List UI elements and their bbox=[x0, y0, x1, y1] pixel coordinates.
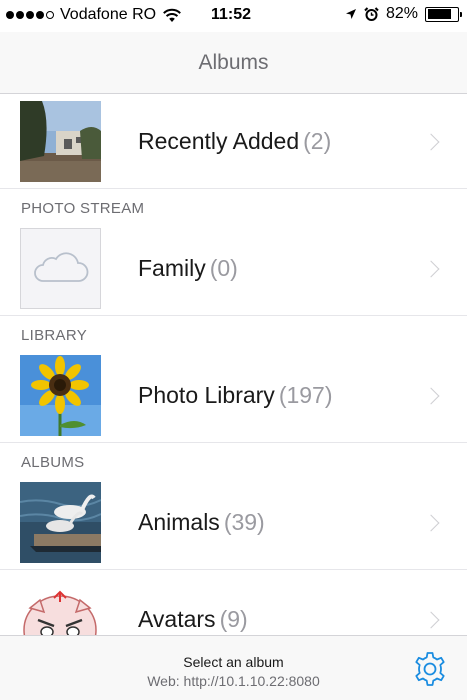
signal-strength-icon bbox=[6, 11, 54, 19]
album-title-animals: Animals (39) bbox=[138, 509, 265, 536]
album-row-recently-added[interactable]: Recently Added (2) bbox=[0, 95, 467, 189]
page-title: Albums bbox=[198, 50, 269, 74]
carrier-name: Vodafone RO bbox=[60, 6, 157, 23]
gear-icon bbox=[415, 652, 445, 686]
album-count: (0) bbox=[209, 255, 238, 281]
alarm-icon bbox=[364, 6, 379, 21]
chevron-right-icon bbox=[422, 260, 440, 277]
album-row-animals[interactable]: Animals (39) bbox=[0, 476, 467, 570]
status-right: 82% bbox=[345, 5, 462, 23]
bottom-toolbar: Select an album Web: http://10.1.10.22:8… bbox=[0, 635, 467, 700]
status-time: 11:52 bbox=[211, 6, 252, 23]
album-title-avatars: Avatars (9) bbox=[138, 606, 248, 633]
section-header-library: LIBRARY bbox=[21, 327, 88, 344]
battery-percent: 82% bbox=[385, 5, 418, 22]
status-bar: Vodafone RO 11:52 82% bbox=[0, 0, 467, 32]
chevron-right-icon bbox=[422, 514, 440, 531]
status-left: Vodafone RO bbox=[6, 6, 182, 24]
album-count: (2) bbox=[303, 128, 332, 154]
album-title-photo-library: Photo Library (197) bbox=[138, 382, 333, 409]
navigation-bar: Albums bbox=[0, 32, 467, 94]
server-address: Web: http://10.1.10.22:8080 bbox=[147, 673, 320, 689]
location-arrow-icon bbox=[345, 9, 356, 19]
album-name: Recently Added bbox=[138, 128, 300, 154]
album-list[interactable]: Recently Added (2) PHOTO STREAM Family (0)… bbox=[0, 95, 467, 635]
section-header-photo-stream: PHOTO STREAM bbox=[21, 200, 145, 217]
battery-level bbox=[427, 9, 452, 19]
section-header-albums: ALBUMS bbox=[21, 454, 85, 471]
album-title-recently-added: Recently Added (2) bbox=[138, 128, 331, 155]
album-thumbnail-family bbox=[20, 228, 101, 309]
album-count: (39) bbox=[223, 509, 265, 535]
cloud-icon bbox=[34, 252, 89, 282]
album-count: (197) bbox=[278, 382, 333, 408]
album-thumbnail-recently-added bbox=[20, 101, 101, 182]
chevron-right-icon bbox=[422, 611, 440, 629]
album-name: Photo Library bbox=[138, 382, 275, 408]
chevron-right-icon bbox=[422, 387, 440, 404]
album-row-photo-library[interactable]: Photo Library (197) bbox=[0, 349, 467, 443]
album-thumbnail-photo-library bbox=[20, 355, 101, 436]
wifi-icon bbox=[163, 8, 181, 22]
album-title-family: Family (0) bbox=[138, 255, 238, 282]
battery-icon bbox=[425, 6, 462, 22]
settings-button[interactable] bbox=[411, 650, 449, 688]
album-name: Animals bbox=[138, 509, 220, 535]
album-name: Family bbox=[138, 255, 206, 281]
album-count: (9) bbox=[219, 606, 248, 632]
album-row-avatars[interactable]: Avatars (9) bbox=[0, 570, 467, 635]
album-row-family[interactable]: Family (0) bbox=[0, 222, 467, 316]
toolbar-title: Select an album bbox=[183, 654, 284, 670]
chevron-right-icon bbox=[422, 133, 440, 150]
album-name: Avatars bbox=[138, 606, 216, 632]
album-thumbnail-animals bbox=[20, 482, 101, 563]
album-thumbnail-avatars bbox=[20, 578, 101, 635]
